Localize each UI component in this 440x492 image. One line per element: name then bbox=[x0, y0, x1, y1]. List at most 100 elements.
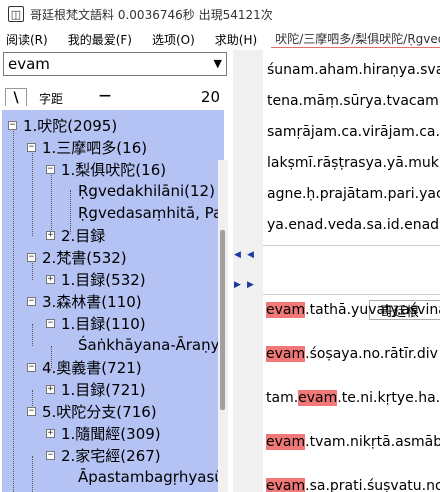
result-suffix: .sa.prati.śuṣvatu.no bbox=[305, 478, 440, 492]
breadcrumb: 吠陀/三摩呬多/梨俱吠陀/Ṛgvedakh bbox=[271, 30, 440, 48]
search-input[interactable]: evam bbox=[8, 55, 50, 73]
title-bar: ◫ 哥廷根梵文語料 0.0036746秒 出現54121次 bbox=[0, 0, 440, 28]
tree-scrollbar[interactable] bbox=[218, 160, 228, 492]
result-suffix: .tvam.nikṛtā.asmāb bbox=[305, 434, 440, 450]
tree-item-label[interactable]: Ṛgvedasaṃhitā, Pa bbox=[78, 204, 222, 222]
tree-item-label[interactable]: 4.奧義書(721) bbox=[42, 357, 142, 378]
collapse-icon[interactable]: − bbox=[27, 296, 36, 306]
result-suffix: .śoṣaya.no.rātīr.div bbox=[305, 346, 438, 362]
text-line: tena.māṃ.sūrya.tvacam. bbox=[267, 93, 440, 109]
tree-item[interactable]: +2.目録 bbox=[46, 224, 105, 246]
distance-label[interactable]: 字距 bbox=[39, 90, 63, 107]
tree-item-label[interactable]: 1.目録(532) bbox=[61, 269, 146, 290]
text-preview-pane[interactable]: śunam.aham.hiraṇya.sva tena.māṃ.sūrya.tva… bbox=[263, 56, 440, 294]
sort-button[interactable]: \ bbox=[5, 88, 27, 106]
result-line[interactable]: tam.evam.te.ni.kṛtye.ha. bbox=[266, 390, 440, 406]
tree-item[interactable]: −1.吠陀(2095) bbox=[8, 114, 117, 136]
tree-item[interactable]: −2.家宅經(267) bbox=[46, 444, 161, 466]
hit-count: 出現54121次 bbox=[198, 7, 273, 22]
divider bbox=[263, 245, 440, 246]
tree-item-label[interactable]: 1.梨俱吠陀(16) bbox=[61, 159, 166, 180]
tree-item-label[interactable]: Śaṅkhāyana-Āraṇy bbox=[78, 336, 219, 354]
tree-item-label[interactable]: 2.家宅經(267) bbox=[61, 445, 161, 466]
search-hit[interactable]: evam bbox=[266, 434, 306, 450]
search-hit[interactable]: evam bbox=[266, 478, 306, 492]
tree-item[interactable]: Ṛgvedasaṃhitā, Pa bbox=[78, 202, 222, 224]
tree-item-label[interactable]: 1.三摩呬多(16) bbox=[42, 137, 147, 158]
collapse-icon[interactable]: − bbox=[46, 164, 55, 174]
tree-item[interactable]: −3.森林書(110) bbox=[27, 290, 142, 312]
tree-item[interactable]: +1.目録(721) bbox=[46, 378, 146, 400]
menu-read[interactable]: 阅读(R) bbox=[0, 31, 48, 48]
menu-favorites[interactable]: 我的最爱(F) bbox=[62, 31, 132, 48]
search-hit[interactable]: evam bbox=[266, 302, 306, 318]
tree-item-label[interactable]: 2.梵書(532) bbox=[42, 247, 127, 268]
tree-guide-line bbox=[32, 146, 33, 236]
collapse-icon[interactable]: − bbox=[8, 120, 17, 130]
result-line[interactable]: evam.sa.prati.śuṣvatu.no bbox=[266, 478, 440, 492]
expand-icon[interactable]: + bbox=[46, 428, 55, 438]
menu-bar: 阅读(R) 我的最爱(F) 选项(O) 求助(H) 吠陀/三摩呬多/梨俱吠陀/Ṛ… bbox=[0, 28, 440, 50]
tree-item-label[interactable]: 1.目録(721) bbox=[61, 379, 146, 400]
collapse-icon[interactable]: − bbox=[27, 406, 36, 416]
corpus-tree[interactable]: −1.吠陀(2095) −1.三摩呬多(16) −1.梨俱吠陀(16) Ṛgvedak… bbox=[2, 110, 224, 492]
scroll-right-icon[interactable]: ▶ bbox=[247, 280, 254, 290]
app-title: 哥廷根梵文語料 bbox=[30, 7, 115, 22]
menu-help[interactable]: 求助(H) bbox=[209, 31, 257, 48]
tree-item-label[interactable]: 3.森林書(110) bbox=[42, 291, 142, 312]
collapse-icon[interactable]: − bbox=[27, 362, 36, 372]
collapse-icon[interactable]: − bbox=[27, 142, 36, 152]
tree-item-label[interactable]: 5.吠陀分支(716) bbox=[42, 401, 157, 422]
result-line[interactable]: evam.tvam.nikṛtā.asmāb bbox=[266, 434, 440, 450]
pane-splitter[interactable]: ◀ ▶ bbox=[233, 50, 241, 492]
collapse-icon[interactable]: − bbox=[46, 318, 55, 328]
tree-item[interactable]: −1.梨俱吠陀(16) bbox=[46, 158, 166, 180]
tree-item[interactable]: +1.目録(532) bbox=[46, 268, 146, 290]
distance-separator: — bbox=[99, 88, 111, 102]
tree-item[interactable]: +1.隨聞經(309) bbox=[46, 422, 161, 444]
tree-item-label[interactable]: 2.目録 bbox=[61, 225, 105, 246]
tree-item-label[interactable]: Ṛgvedakhilāni(12) bbox=[78, 182, 215, 200]
scrollbar-thumb[interactable] bbox=[220, 230, 225, 410]
text-line: ya.enad.veda.sa.id.enad. bbox=[267, 217, 440, 233]
app-icon: ◫ bbox=[8, 6, 24, 22]
expand-icon[interactable]: + bbox=[46, 230, 55, 240]
tree-item[interactable]: −4.奧義書(721) bbox=[27, 356, 142, 378]
result-prefix: tam. bbox=[266, 390, 299, 406]
right-panel: ◀ ▶ śunam.aham.hiraṇya.sva tena.māṃ.sūrya… bbox=[241, 50, 440, 492]
expand-icon[interactable]: + bbox=[46, 274, 55, 284]
tree-item[interactable]: Āpastambagṛhyasū bbox=[78, 466, 224, 488]
distance-value[interactable]: 20 bbox=[201, 88, 220, 106]
collapse-left-icon[interactable]: ◀ bbox=[234, 250, 241, 260]
left-panel: evam ▼ \ 字距 — 20 −1.吠陀(2095) −1.三摩呬多(16) −… bbox=[0, 50, 233, 492]
search-combobox[interactable]: evam ▼ bbox=[3, 52, 227, 76]
tree-item[interactable]: −1.三摩呬多(16) bbox=[27, 136, 147, 158]
expand-right-icon[interactable]: ▶ bbox=[234, 280, 241, 290]
tree-item[interactable]: −5.吠陀分支(716) bbox=[27, 400, 157, 422]
search-hit[interactable]: evam bbox=[298, 390, 338, 406]
search-hit[interactable]: evam bbox=[266, 346, 306, 362]
tree-item[interactable]: −1.目録(110) bbox=[46, 312, 146, 334]
tree-guide-line bbox=[13, 124, 14, 492]
tree-item-label[interactable]: 1.目録(110) bbox=[61, 313, 146, 334]
text-line: śunam.aham.hiraṇya.sva bbox=[267, 62, 440, 78]
tree-item-label[interactable]: Āpastambagṛhyasū bbox=[78, 468, 224, 486]
collapse-icon[interactable]: − bbox=[46, 450, 55, 460]
tree-item[interactable]: Ṛgvedakhilāni(12) bbox=[78, 180, 215, 202]
chevron-down-icon[interactable]: ▼ bbox=[214, 57, 222, 70]
result-suffix: .te.ni.kṛtye.ha. bbox=[337, 390, 440, 406]
query-time: 0.0036746秒 bbox=[117, 7, 195, 22]
tree-item[interactable]: Śaṅkhāyana-Āraṇy bbox=[78, 334, 219, 356]
menu-options[interactable]: 选项(O) bbox=[146, 31, 195, 48]
tree-item[interactable]: −2.梵書(532) bbox=[27, 246, 127, 268]
collapse-icon[interactable]: − bbox=[27, 252, 36, 262]
scroll-left-icon[interactable]: ◀ bbox=[247, 250, 254, 260]
tree-guide-line bbox=[32, 324, 33, 346]
result-suffix: .tathā.yuvaty.aśvina bbox=[305, 302, 440, 318]
tree-item-label[interactable]: 1.吠陀(2095) bbox=[23, 115, 117, 136]
expand-icon[interactable]: + bbox=[46, 384, 55, 394]
sort-toolbar: \ 字距 — 20 bbox=[3, 88, 228, 108]
tree-item-label[interactable]: 1.隨聞經(309) bbox=[61, 423, 161, 444]
result-line[interactable]: evam.tathā.yuvaty.aśvina bbox=[266, 302, 440, 318]
result-line[interactable]: evam.śoṣaya.no.rātīr.div bbox=[266, 346, 438, 362]
